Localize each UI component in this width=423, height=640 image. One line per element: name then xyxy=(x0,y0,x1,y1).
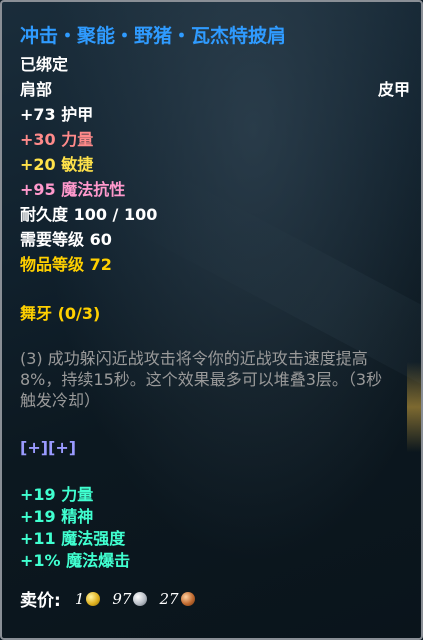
set-name: 舞牙 (0/3) xyxy=(20,304,101,323)
enchant-strength: +19 力量 xyxy=(20,485,94,504)
sell-price-label: 卖价: xyxy=(20,591,61,611)
armor-type: 皮甲 xyxy=(377,80,410,99)
copper-amount: 27 xyxy=(159,589,179,608)
socket-slots: [+][+] xyxy=(20,438,77,457)
slot-row: 肩部 皮甲 xyxy=(20,77,410,102)
stat-magic-resist: +95 魔法抗性 xyxy=(20,180,126,199)
item-tooltip: 冲击・聚能・野猪・瓦杰特披肩 已绑定 肩部 皮甲 +73 护甲 +30 力量 +… xyxy=(0,0,423,640)
enchant-spell-crit: +1% 魔法爆击 xyxy=(20,551,131,570)
durability: 耐久度 100 / 100 xyxy=(20,205,158,224)
silver-coin-icon xyxy=(133,591,148,606)
required-level: 需要等级 60 xyxy=(20,230,112,249)
enchant-spell-power: +11 魔法强度 xyxy=(20,529,126,548)
armor-value: +73 护甲 xyxy=(20,105,94,124)
stat-strength: +30 力量 xyxy=(20,130,94,149)
enchant-spirit: +19 精神 xyxy=(20,507,94,526)
stat-agility: +20 敏捷 xyxy=(20,155,94,174)
silver-amount: 97 xyxy=(112,589,132,608)
copper-coin-icon xyxy=(180,591,195,606)
binding-status: 已绑定 xyxy=(20,55,69,74)
gold-coin-icon xyxy=(86,591,101,606)
gold-amount: 1 xyxy=(74,589,85,608)
tooltip-content: 冲击・聚能・野猪・瓦杰特披肩 已绑定 肩部 皮甲 +73 护甲 +30 力量 +… xyxy=(20,22,410,611)
sell-price: 卖价: 1 97 27 xyxy=(20,586,410,611)
item-slot: 肩部 xyxy=(20,80,53,99)
set-bonus-description: (3) 成功躲闪近战攻击将令你的近战攻击速度提高8%，持续15秒。这个效果最多可… xyxy=(20,349,383,410)
item-name: 冲击・聚能・野猪・瓦杰特披肩 xyxy=(20,25,287,47)
item-level: 物品等级 72 xyxy=(20,255,112,274)
